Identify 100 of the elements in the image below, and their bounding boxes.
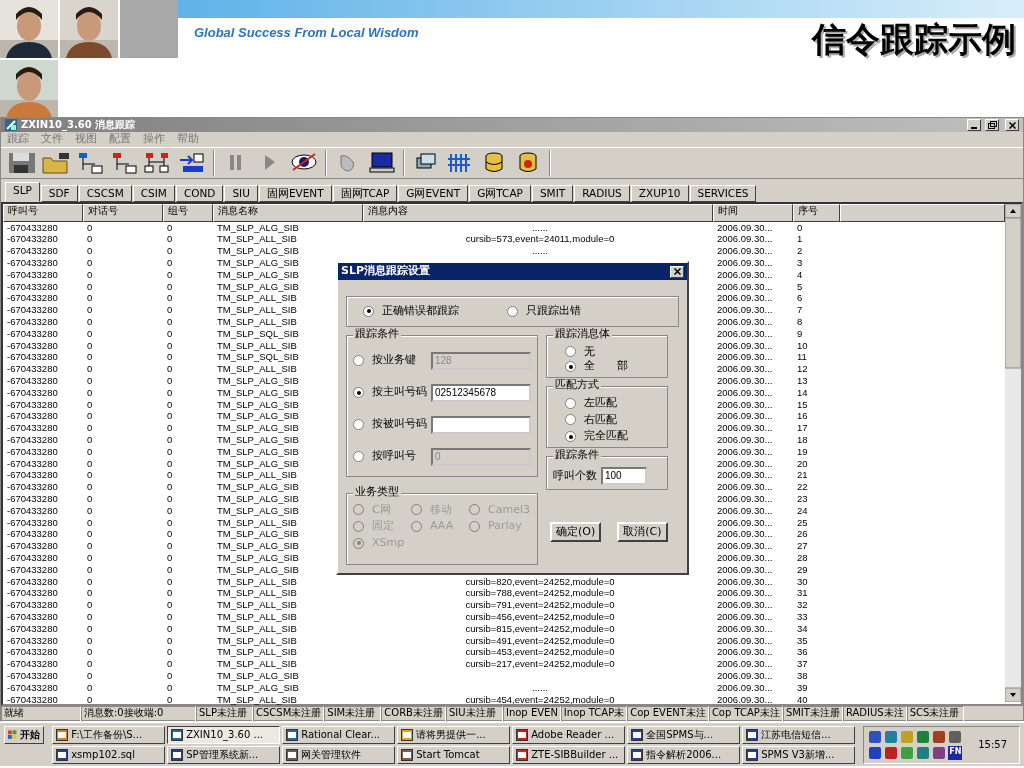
table-cell-text: 21 [796,469,808,482]
tab[interactable]: SLP [5,181,40,202]
table-cell-text: 2006.09.30... [716,233,773,246]
radio-button[interactable] [565,361,576,373]
tab[interactable]: CSIM [132,184,175,202]
table-cell-text: 0 [166,363,173,375]
taskbar-button[interactable]: Rational Clear... [282,725,396,744]
taskbar-button[interactable]: 全国SPMS与... [627,725,741,744]
minimize-button[interactable] [967,119,981,131]
tab[interactable]: G网EVENT [398,184,469,202]
taskbar-button[interactable]: SP管理系统新... [167,745,281,764]
tray-badge[interactable]: FN [948,745,963,760]
save-icon[interactable] [7,150,37,176]
tab[interactable]: 固网EVENT [258,184,332,202]
table-cell-text: 17 [796,422,808,434]
tray-icon[interactable] [868,729,883,744]
tray-icon[interactable] [932,729,947,744]
tab[interactable]: ZXUP10 [630,184,689,202]
restore-button[interactable] [985,119,999,131]
input-field[interactable]: 100 [601,466,647,485]
radio-button[interactable] [353,387,364,399]
tab[interactable]: SDF [40,184,78,202]
table-cell-text: -670433280 [6,221,58,234]
radio-label: 按被叫号码 [372,418,427,431]
table-cell-text: cursib=217,event=24252,module=0 [464,658,615,670]
tray-icon[interactable] [868,745,883,760]
column-header[interactable]: 组号 [163,203,213,222]
taskbar-button[interactable]: ZXIN10_3.60 ... [167,725,281,744]
table-cell-text: 0 [86,693,93,706]
table-cell-text: 2006.09.30... [716,457,773,470]
table-cell-text: TM_SLP_ALG_SIB [216,398,299,411]
radio-button[interactable] [353,419,364,431]
input-field[interactable] [431,415,531,434]
column-header[interactable]: 时间 [713,203,793,222]
taskbar-button[interactable]: 请将男提供一... [397,725,511,744]
tray-icon[interactable] [916,745,931,760]
tab[interactable]: COND [175,184,224,202]
taskbar-button[interactable]: 江苏电信短信... [742,725,856,744]
taskbar-label: 请将男提供一... [416,728,486,741]
radio-button[interactable] [565,397,576,409]
radio-button[interactable] [565,414,576,426]
taskbar-button[interactable]: 指令解析2006... [627,745,741,764]
tray-icon[interactable] [948,729,963,744]
tray-icon[interactable] [884,729,899,744]
radio-button[interactable] [363,305,374,317]
close-icon [1008,121,1016,129]
tab[interactable]: CSCSM [78,184,132,202]
tray-icon[interactable] [916,729,931,744]
table-cell-text: 10 [796,339,808,352]
table-cell-text: cursib=788,event=24252,module=0 [464,587,615,600]
status-text: Inop TCAP未 [560,705,628,722]
tab[interactable]: G网TCAP [469,184,531,202]
tab[interactable]: 固网TCAP [332,184,398,202]
taskbar-button[interactable]: F:\工作备份\S... [52,725,166,744]
monitor-icon[interactable] [367,150,397,176]
start-button[interactable]: 开始 [4,726,45,744]
table-cell-text: 7 [796,304,803,316]
table-cell-text: 0 [166,339,173,352]
table-cell-text: TM_SLP_ALL_SIB [216,516,297,529]
tray-icon[interactable] [884,745,899,760]
table-cell-text: -670433280 [6,622,58,635]
taskbar-button[interactable]: 网关管理软件 [282,745,396,764]
taskbar-button[interactable]: Start Tomcat [397,745,511,764]
radio-button[interactable] [565,431,576,442]
table-cell-text: -670433280 [6,599,58,611]
radio-button[interactable] [507,305,518,317]
table-cell-text: 2006.09.30... [716,316,773,328]
table-cell-text: -670433280 [6,245,58,258]
table-cell-text: 1 [796,233,803,246]
table-cell-text: 16 [796,410,808,423]
column-header[interactable]: 消息内容 [363,203,713,222]
scrollbar[interactable] [1005,203,1021,702]
taskbar-button[interactable]: xsmp102.sql [52,745,166,764]
tab[interactable]: SIU [224,184,258,202]
taskbar-button[interactable]: SPMS V3新增... [742,745,856,764]
folder-icon[interactable] [41,150,71,176]
column-header[interactable]: 呼叫号 [3,203,83,222]
table-cell-text: 0 [86,563,93,576]
taskbar-button[interactable]: Adobe Reader ... [512,725,626,744]
tab[interactable]: SERVICES [689,184,757,202]
taskbar-button[interactable]: ZTE-SIBBuilder ... [512,745,626,764]
table-cell-text: 0 [86,268,93,281]
dialog-button[interactable]: 确定(O) [550,521,602,543]
table-cell-text: 0 [86,351,93,364]
table-cell-text: TM_SLP_ALL_SIB [216,693,297,706]
tab[interactable]: RADIUS [574,184,630,202]
dialog-button[interactable]: 取消(C) [617,521,668,543]
input-field[interactable]: 02512345678 [431,383,531,402]
column-header[interactable]: 对话号 [83,203,163,222]
tray-icon[interactable] [932,745,947,760]
table-cell-text: -670433280 [6,422,58,434]
column-header[interactable]: 序号 [793,203,840,222]
taskbar-label: xsmp102.sql [71,748,135,761]
close-button[interactable] [1005,119,1019,131]
table-cell-text: 0 [166,316,173,328]
radio-button[interactable] [565,346,576,358]
close-button[interactable] [670,265,684,278]
status-text: 就绪 [1,705,81,722]
tab[interactable]: SMIT [531,184,574,202]
column-header[interactable]: 消息名称 [213,203,363,222]
